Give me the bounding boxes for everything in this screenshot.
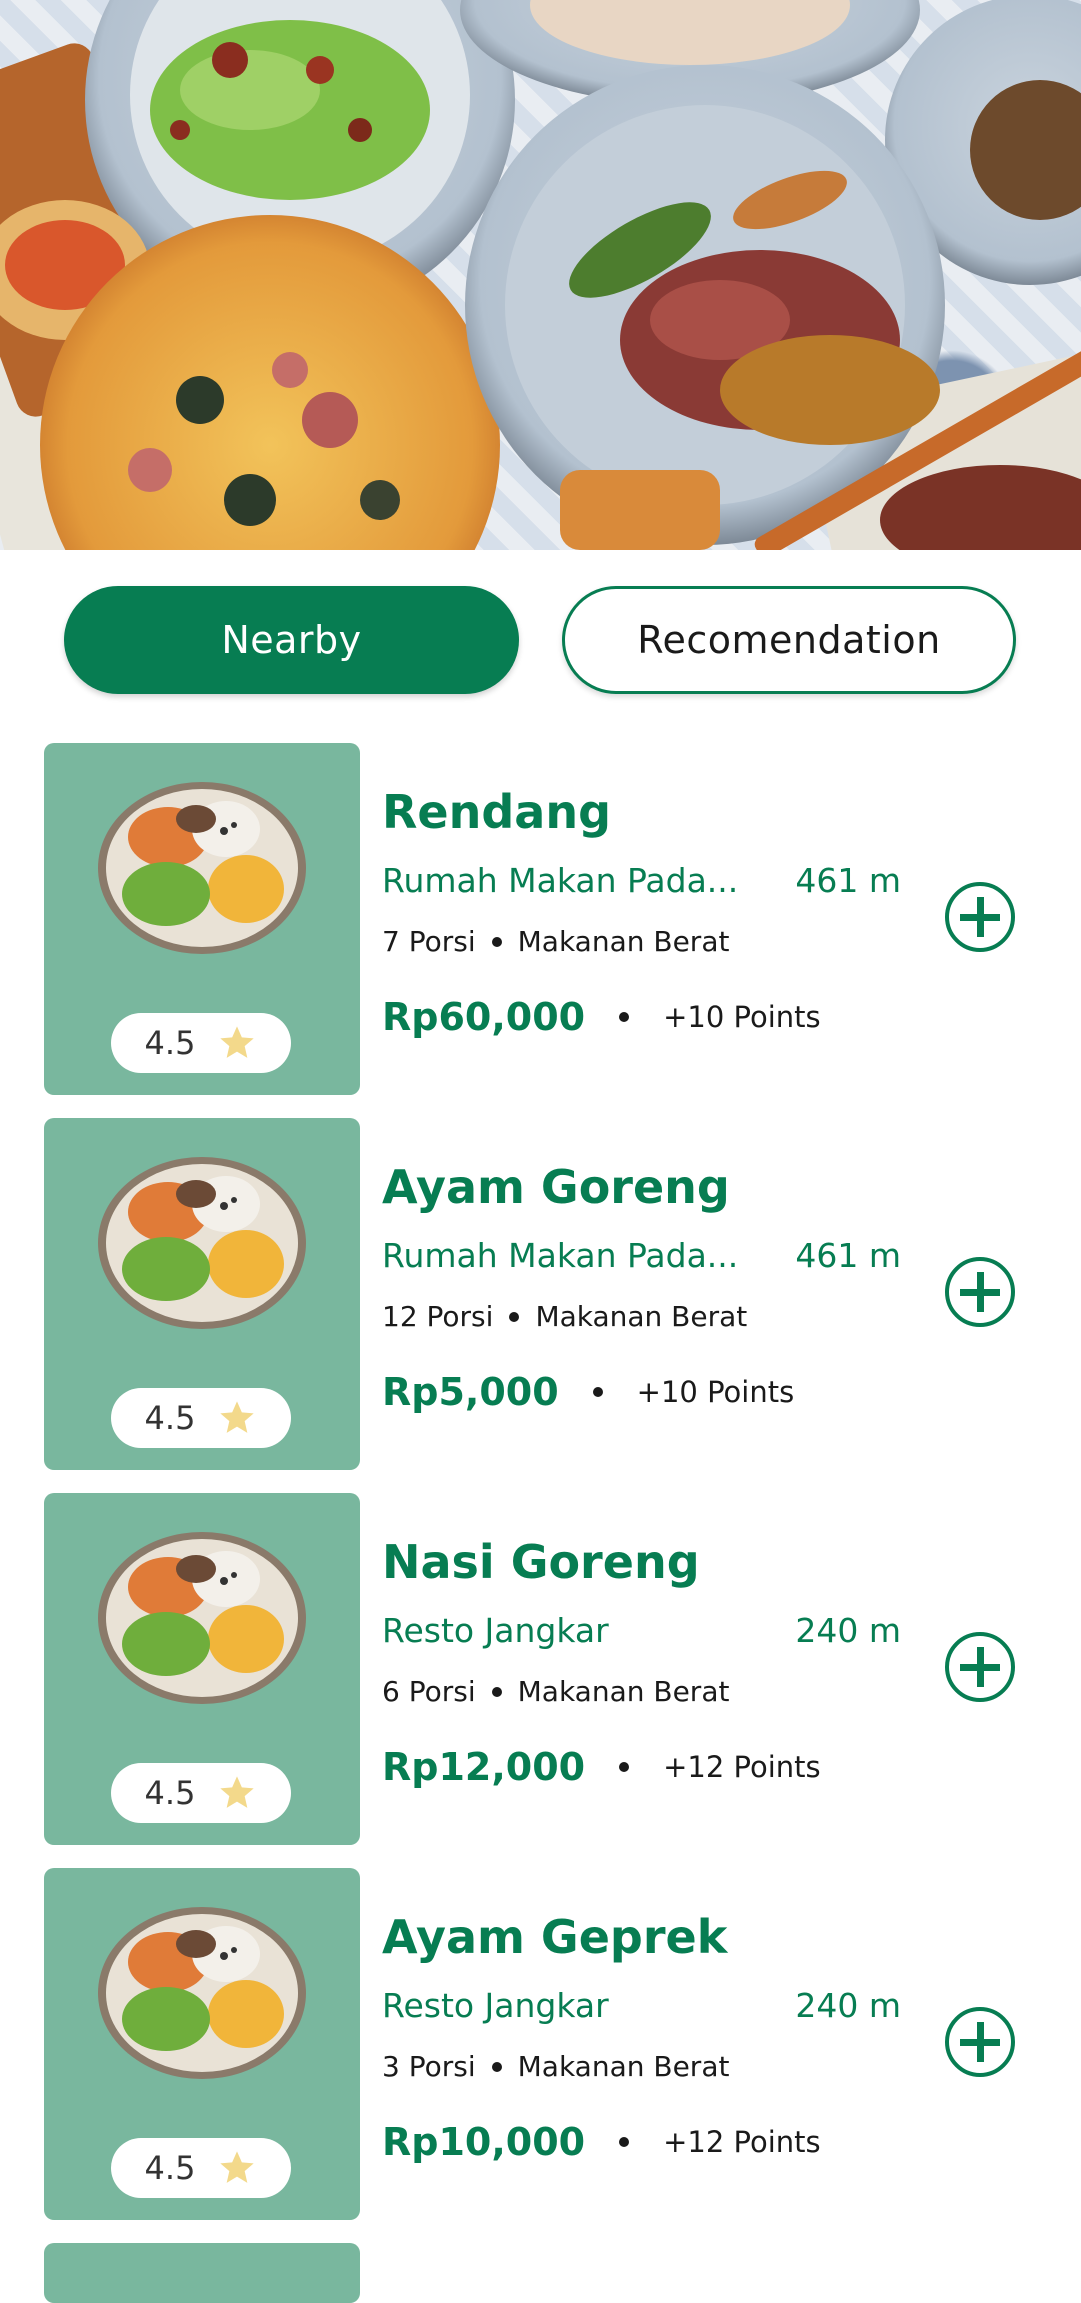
tab-recommendation[interactable]: Recomendation	[562, 586, 1016, 694]
item-name: Nasi Goreng	[382, 1535, 700, 1589]
restaurant-name: Rumah Makan Pada...	[382, 861, 739, 900]
plus-circle-icon[interactable]	[944, 881, 1016, 953]
list-item[interactable]: 4.5 Ayam Goreng Rumah Makan Pada... 461 …	[0, 1118, 1081, 1470]
item-meta: 7 Porsi Makanan Berat	[382, 925, 729, 958]
star-icon	[220, 1401, 255, 1433]
portion: 6 Porsi	[382, 1675, 476, 1708]
separator-dot	[509, 1311, 520, 1322]
separator-dot	[592, 1387, 603, 1397]
category: Makanan Berat	[535, 1300, 748, 1333]
rating-badge: 4.5	[111, 1763, 291, 1823]
list-item[interactable]: 4.5 Nasi Goreng Resto Jangkar 240 m 6 Po…	[0, 1493, 1081, 1845]
separator-dot	[619, 1012, 630, 1022]
separator-dot	[491, 2061, 502, 2072]
star-icon	[220, 1776, 255, 1808]
price: Rp10,000	[382, 2120, 586, 2164]
food-bowl-image	[98, 1532, 306, 1704]
food-thumbnail: 4.5	[44, 1118, 360, 1470]
food-bowl-image	[98, 1157, 306, 1329]
price-row: Rp12,000 +12 Points	[382, 1745, 821, 1789]
category: Makanan Berat	[517, 2050, 730, 2083]
price-row: Rp60,000 +10 Points	[382, 995, 821, 1039]
hero-banner-image	[0, 0, 1081, 550]
item-name: Ayam Geprek	[382, 1910, 728, 1964]
separator-dot	[619, 2137, 630, 2147]
list-item[interactable]: 4.5 Rendang Rumah Makan Pada... 461 m 7 …	[0, 743, 1081, 1095]
plus-circle-icon[interactable]	[944, 1631, 1016, 1703]
portion: 7 Porsi	[382, 925, 476, 958]
distance: 240 m	[795, 1986, 901, 2025]
food-thumbnail: 4.5	[44, 1493, 360, 1845]
rating-value: 4.5	[144, 1774, 196, 1812]
food-thumbnail: 4.5	[44, 743, 360, 1095]
rating-value: 4.5	[144, 2149, 196, 2187]
separator-dot	[619, 1762, 630, 1772]
distance: 461 m	[795, 861, 901, 900]
points: +12 Points	[663, 1750, 821, 1784]
restaurant-name: Resto Jangkar	[382, 1611, 609, 1650]
category: Makanan Berat	[517, 925, 730, 958]
food-bowl-image	[98, 782, 306, 954]
plus-circle-icon[interactable]	[944, 2006, 1016, 2078]
price: Rp60,000	[382, 995, 586, 1039]
star-icon	[220, 1026, 255, 1058]
food-thumbnail-partial	[44, 2243, 360, 2303]
points: +10 Points	[636, 1375, 795, 1409]
rating-value: 4.5	[144, 1399, 196, 1437]
star-icon	[220, 2151, 255, 2183]
price-row: Rp10,000 +12 Points	[382, 2120, 821, 2164]
tab-nearby-label: Nearby	[221, 618, 362, 662]
item-meta: 12 Porsi Makanan Berat	[382, 1300, 747, 1333]
plus-circle-icon[interactable]	[944, 1256, 1016, 1328]
portion: 3 Porsi	[382, 2050, 476, 2083]
rating-value: 4.5	[144, 1024, 196, 1062]
tab-recommendation-label: Recomendation	[637, 618, 941, 662]
item-meta: 6 Porsi Makanan Berat	[382, 1675, 729, 1708]
points: +12 Points	[663, 2125, 821, 2159]
tab-nearby[interactable]: Nearby	[64, 586, 519, 694]
category: Makanan Berat	[517, 1675, 730, 1708]
item-meta: 3 Porsi Makanan Berat	[382, 2050, 729, 2083]
rating-badge: 4.5	[111, 1388, 291, 1448]
restaurant-name: Rumah Makan Pada...	[382, 1236, 739, 1275]
item-name: Ayam Goreng	[382, 1160, 730, 1214]
separator-dot	[491, 1686, 502, 1697]
distance: 240 m	[795, 1611, 901, 1650]
portion: 12 Porsi	[382, 1300, 494, 1333]
list-item[interactable]: 4.5 Ayam Geprek Resto Jangkar 240 m 3 Po…	[0, 1868, 1081, 2220]
distance: 461 m	[795, 1236, 901, 1275]
price-row: Rp5,000 +10 Points	[382, 1370, 794, 1414]
rating-badge: 4.5	[111, 1013, 291, 1073]
restaurant-name: Resto Jangkar	[382, 1986, 609, 2025]
separator-dot	[491, 936, 502, 947]
points: +10 Points	[663, 1000, 821, 1034]
price: Rp12,000	[382, 1745, 586, 1789]
price: Rp5,000	[382, 1370, 559, 1414]
food-thumbnail: 4.5	[44, 1868, 360, 2220]
rating-badge: 4.5	[111, 2138, 291, 2198]
food-bowl-image	[98, 1907, 306, 2079]
item-name: Rendang	[382, 785, 612, 839]
